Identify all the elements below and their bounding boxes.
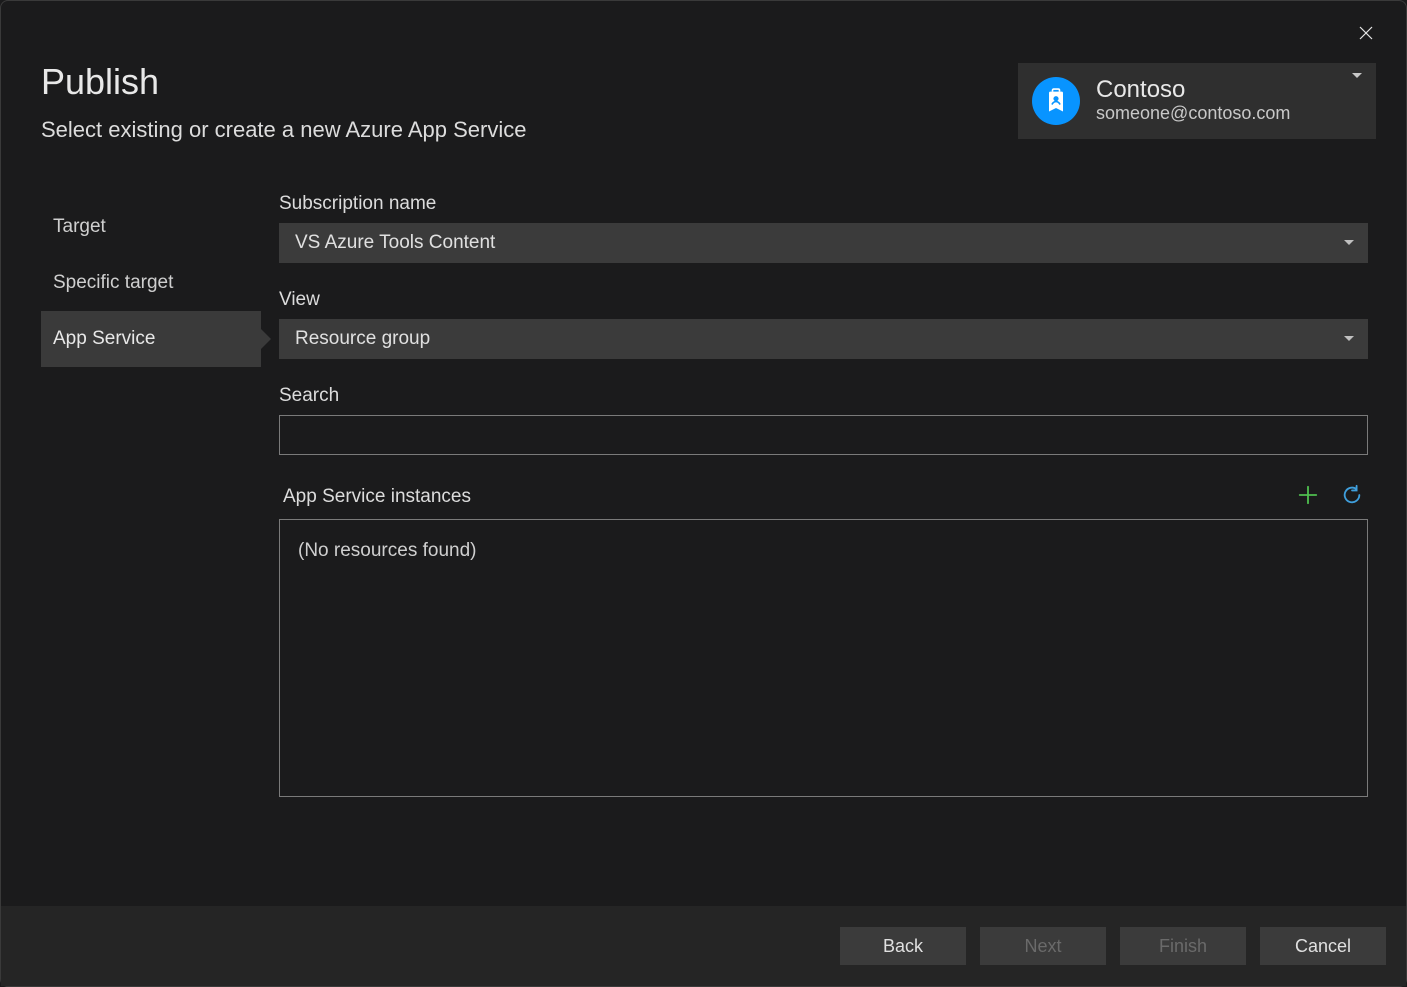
sidebar-item-label: App Service [53,328,155,350]
search-input[interactable] [279,415,1368,455]
subscription-name-label: Subscription name [279,193,1368,215]
account-email: someone@contoso.com [1096,103,1352,125]
account-text: Contoso someone@contoso.com [1096,77,1352,125]
instances-header: App Service instances [279,485,1368,509]
publish-dialog: Publish Select existing or create a new … [0,0,1407,987]
subscription-name-value: VS Azure Tools Content [295,232,495,254]
chevron-down-icon [1344,240,1354,245]
sidebar-item-label: Specific target [53,272,173,294]
view-value: Resource group [295,328,430,350]
refresh-icon [1341,484,1363,511]
instances-label: App Service instances [283,486,471,508]
close-icon [1357,24,1375,47]
sidebar-item-target[interactable]: Target [41,199,261,255]
wizard-steps-sidebar: Target Specific target App Service [1,193,261,797]
chevron-down-icon [1352,73,1362,78]
view-dropdown[interactable]: Resource group [279,319,1368,359]
next-button: Next [980,927,1106,965]
cancel-button[interactable]: Cancel [1260,927,1386,965]
finish-button: Finish [1120,927,1246,965]
account-name: Contoso [1096,77,1352,103]
button-label: Cancel [1295,936,1351,957]
instances-empty-message: (No resources found) [298,540,476,561]
sidebar-item-specific-target[interactable]: Specific target [41,255,261,311]
sidebar-item-app-service[interactable]: App Service [41,311,261,367]
dialog-footer: Back Next Finish Cancel [1,906,1406,986]
refresh-instances-button[interactable] [1340,485,1364,509]
add-instance-button[interactable] [1296,485,1320,509]
instances-actions [1296,485,1364,509]
button-label: Back [883,936,923,957]
close-button[interactable] [1354,23,1378,47]
search-label: Search [279,385,1368,407]
instances-list[interactable]: (No resources found) [279,519,1368,797]
account-selector[interactable]: Contoso someone@contoso.com [1018,63,1376,139]
subscription-name-dropdown[interactable]: VS Azure Tools Content [279,223,1368,263]
sidebar-item-label: Target [53,216,106,238]
account-badge-icon [1032,77,1080,125]
plus-icon [1297,484,1319,511]
button-label: Finish [1159,936,1207,957]
chevron-down-icon [1344,336,1354,341]
main-panel: Subscription name VS Azure Tools Content… [261,193,1406,797]
dialog-body: Target Specific target App Service Subsc… [1,193,1406,797]
button-label: Next [1024,936,1061,957]
back-button[interactable]: Back [840,927,966,965]
view-label: View [279,289,1368,311]
